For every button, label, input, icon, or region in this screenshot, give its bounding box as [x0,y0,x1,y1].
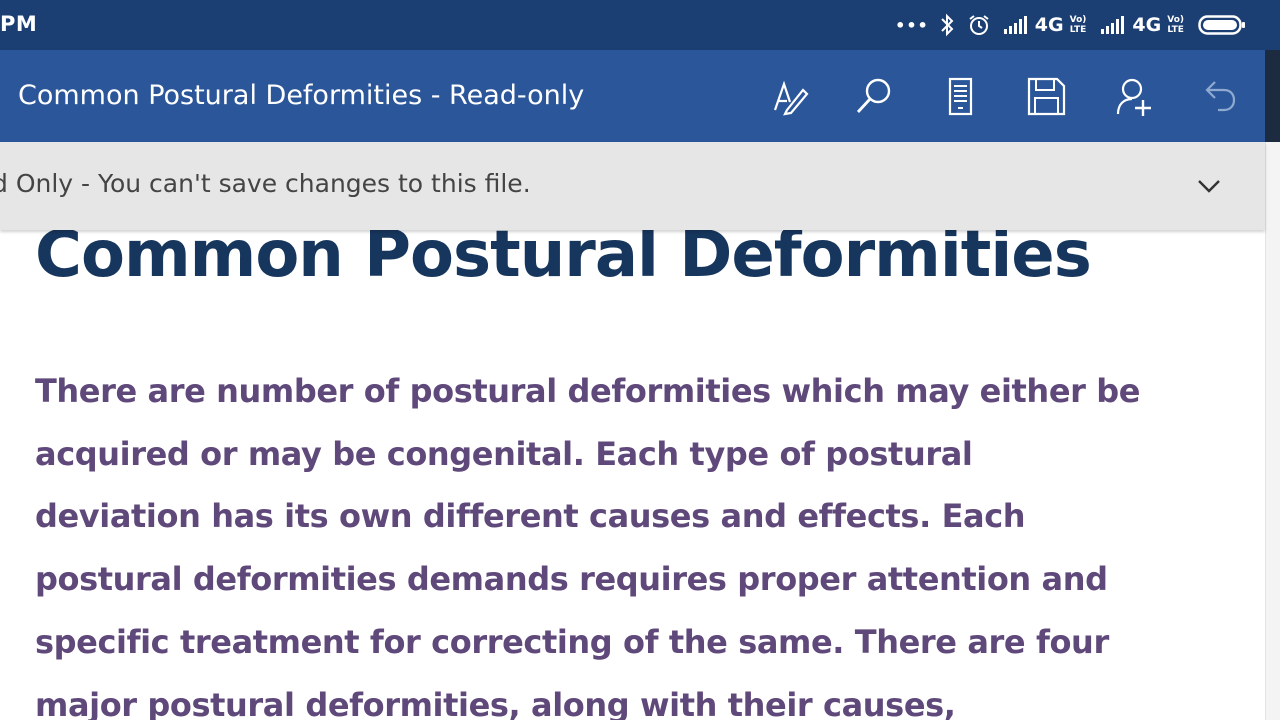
paragraph-line: major postural deformities, along with t… [35,685,956,720]
document-paragraph: There are number of postural deformities… [35,360,1225,720]
paragraph-line: specific treatment for correcting of the… [35,622,1109,661]
battery-icon [1198,13,1246,37]
alarm-icon [967,13,991,37]
network-type-label: 4G [1034,14,1064,36]
network-type-label: 4G [1132,14,1162,36]
status-icons: ••• 4G Vo) LTE 4G Vo) LTE [895,10,1246,40]
share-person-icon[interactable] [1112,74,1156,118]
signal-icon [1003,15,1029,35]
scrollbar-track[interactable] [1265,142,1280,720]
bluetooth-icon [939,13,955,37]
volte-badge: Vo) LTE [1069,15,1087,35]
app-toolbar: Common Postural Deformities - Read-only [0,50,1265,142]
read-only-message: d Only - You can't save changes to this … [0,169,531,198]
chevron-down-icon[interactable] [1196,173,1222,199]
mobile-view-icon[interactable] [938,74,982,118]
draw-icon[interactable] [768,74,812,118]
volte-badge: Vo) LTE [1167,15,1184,35]
undo-icon[interactable] [1196,74,1240,118]
paragraph-line: postural deformities demands requires pr… [35,560,1108,599]
search-icon[interactable] [852,74,896,118]
save-icon[interactable] [1024,74,1068,118]
signal-icon [1100,15,1126,35]
paragraph-line: deviation has its own different causes a… [35,497,1026,536]
more-notifications-icon: ••• [895,15,929,35]
window-edge [1265,50,1280,142]
document-title: Common Postural Deformities - Read-only [18,80,585,111]
paragraph-line: There are number of postural deformities… [35,372,1141,410]
status-time: PM [0,12,38,36]
paragraph-line: acquired or may be congenital. Each type… [35,434,973,473]
read-only-banner: d Only - You can't save changes to this … [0,142,1265,230]
status-bar: PM ••• 4G Vo) LTE 4G Vo) LTE [0,0,1280,50]
